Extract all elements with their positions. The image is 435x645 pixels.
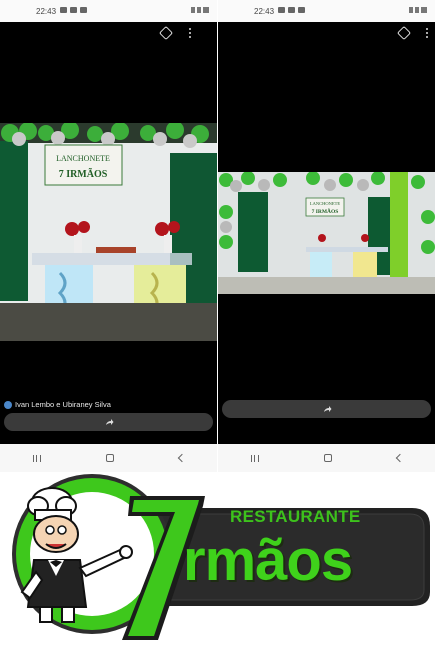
party-table-image: LANCHONETE 7 IRMÃOS xyxy=(0,123,217,341)
status-bar: 22:43 xyxy=(218,0,435,22)
notification-icons xyxy=(278,7,305,13)
more-options-icon[interactable] xyxy=(425,27,428,39)
photo-sign-line1: LANCHONETE xyxy=(310,201,340,206)
back-icon[interactable] xyxy=(395,453,404,463)
photo-sign-line2: 7 IRMÃOS xyxy=(59,168,108,180)
home-icon[interactable] xyxy=(105,454,114,462)
photo-sign-line2: 7 IRMÃOS xyxy=(312,207,339,215)
tag-icon[interactable] xyxy=(396,25,412,41)
author-row: Ivan Lembo e Ubiraney Silva xyxy=(4,400,111,409)
share-button[interactable] xyxy=(4,413,213,431)
share-button[interactable] xyxy=(222,400,431,418)
status-time: 22:43 xyxy=(36,7,57,16)
photo-viewer: LANCHONETE 7 IRMÃOS Ivan Lembo e Ubirane… xyxy=(0,22,217,444)
back-icon[interactable] xyxy=(177,453,186,463)
brand-word-irmaos: rmãos xyxy=(183,528,353,593)
recent-apps-icon[interactable] xyxy=(250,454,259,462)
status-bar: 22:43 xyxy=(0,0,217,22)
snack-bar-photo[interactable]: LANCHONETE 7 IRMÃOS xyxy=(218,172,435,294)
screenshot-collage: 22:43 LANCHONETE 7 IRMÃOS Ivan Lembo e U… xyxy=(0,0,435,645)
home-icon[interactable] xyxy=(323,454,332,462)
notification-icons xyxy=(60,7,87,13)
status-time: 22:43 xyxy=(254,7,275,16)
share-icon xyxy=(323,406,331,412)
more-options-icon[interactable] xyxy=(188,27,191,39)
recent-apps-icon[interactable] xyxy=(32,454,41,462)
brand-word-restaurante: RESTAURANTE xyxy=(230,507,361,526)
system-nav-bar xyxy=(0,444,217,472)
share-icon xyxy=(105,419,113,425)
avatar-icon xyxy=(4,400,12,409)
party-room-image: LANCHONETE 7 IRMÃOS xyxy=(218,172,435,294)
system-nav-bar xyxy=(218,444,435,472)
photo-viewer: LANCHONETE 7 IRMÃOS xyxy=(218,22,435,444)
snack-bar-photo[interactable]: LANCHONETE 7 IRMÃOS xyxy=(0,123,217,341)
left-phone-screen: 22:43 LANCHONETE 7 IRMÃOS Ivan Lembo e U… xyxy=(0,0,217,472)
tag-icon[interactable] xyxy=(158,25,174,41)
signal-battery-icons xyxy=(191,7,209,13)
author-name[interactable]: Ivan Lembo e Ubiraney Silva xyxy=(15,400,111,409)
signal-battery-icons xyxy=(409,7,427,13)
right-phone-screen: 22:43 LANCHONETE 7 IRMÃOS xyxy=(218,0,435,472)
photo-sign-line1: LANCHONETE xyxy=(56,154,110,163)
